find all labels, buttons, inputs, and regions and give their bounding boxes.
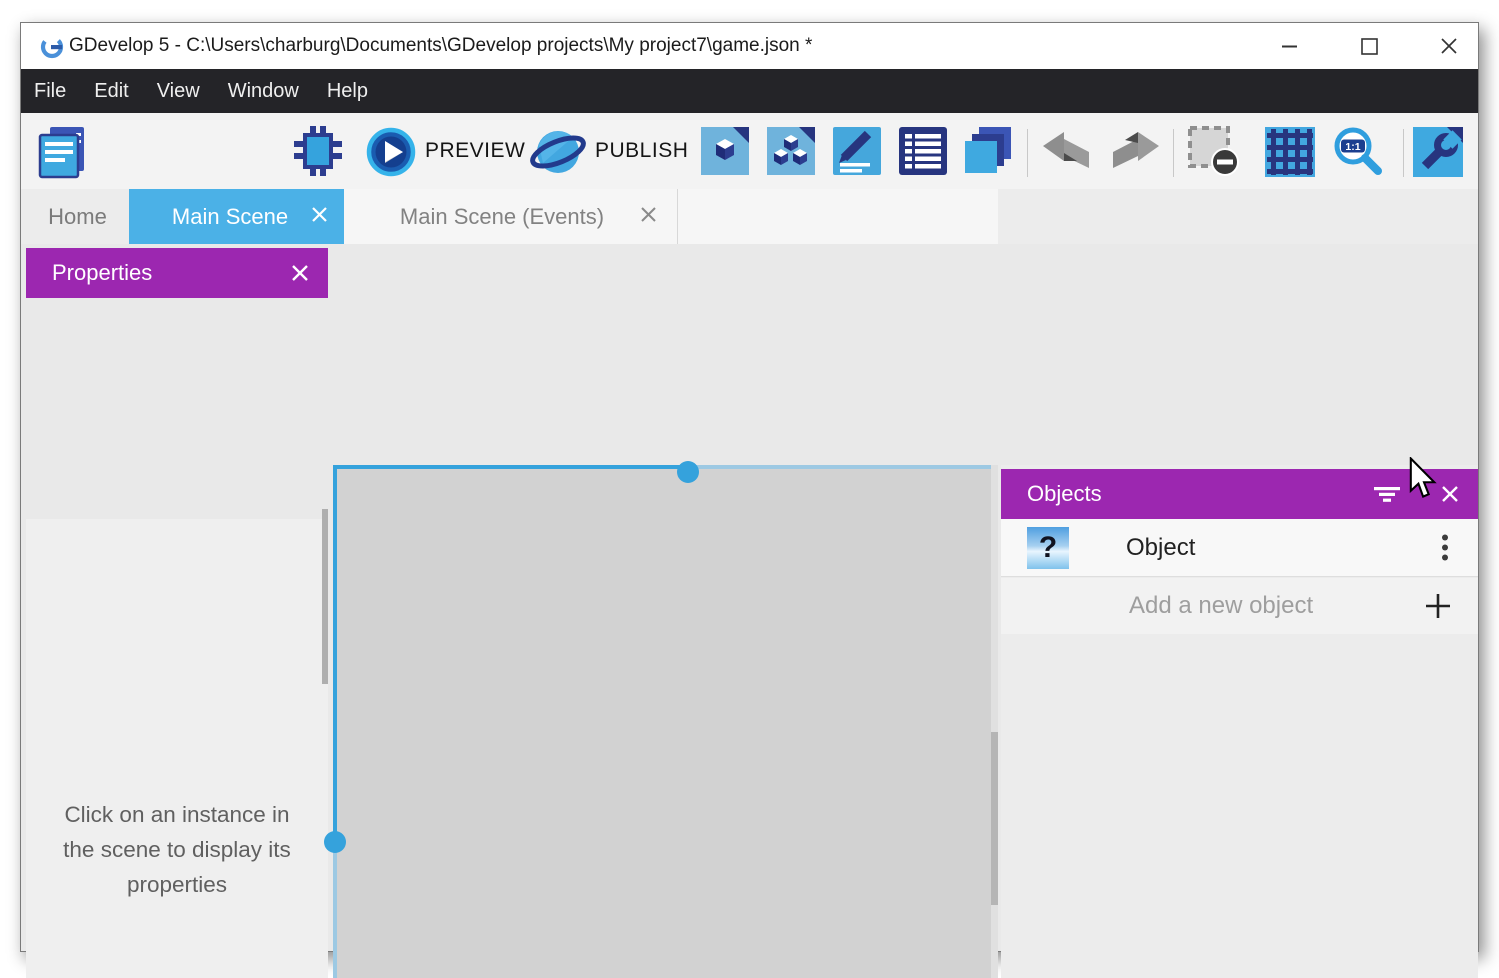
object-menu-kebab-icon[interactable] bbox=[1442, 534, 1448, 561]
add-object-label: Add a new object bbox=[1129, 592, 1424, 620]
publish-icon[interactable] bbox=[529, 125, 587, 184]
project-manager-icon[interactable] bbox=[36, 123, 88, 184]
publish-button[interactable]: PUBLISH bbox=[595, 113, 688, 189]
close-properties-icon[interactable] bbox=[290, 263, 310, 283]
window-title: GDevelop 5 - C:\Users\charburg\Documents… bbox=[69, 23, 812, 69]
filter-icon[interactable] bbox=[1374, 487, 1400, 502]
menu-window[interactable]: Window bbox=[228, 80, 299, 103]
selection-top-line-pale bbox=[688, 465, 998, 469]
edit-events-icon[interactable] bbox=[899, 127, 947, 180]
resize-handle-left[interactable] bbox=[324, 831, 346, 853]
menu-view[interactable]: View bbox=[157, 80, 200, 103]
properties-panel-title: Properties bbox=[52, 260, 290, 286]
add-object-row[interactable]: Add a new object bbox=[1001, 578, 1478, 634]
object-thumbnail-icon: ? bbox=[1027, 527, 1069, 569]
menu-bar: File Edit View Window Help bbox=[21, 69, 1478, 113]
objects-panel-title: Objects bbox=[1027, 481, 1374, 507]
canvas-scrollbar-track[interactable] bbox=[991, 465, 998, 978]
toggle-mask-icon[interactable] bbox=[1187, 125, 1241, 182]
editor-content: Properties Click on an instance in the s… bbox=[21, 244, 1478, 951]
edit-scene-icon[interactable] bbox=[701, 127, 749, 180]
selection-top-line bbox=[333, 465, 688, 469]
screenshot-page: GDevelop 5 - C:\Users\charburg\Documents… bbox=[0, 0, 1499, 978]
toggle-grid-icon[interactable] bbox=[1265, 127, 1315, 182]
mouse-cursor bbox=[1409, 457, 1439, 506]
toolbar: PREVIEW PUBLISH bbox=[21, 113, 1478, 189]
menu-help[interactable]: Help bbox=[327, 80, 368, 103]
maximize-button[interactable] bbox=[1346, 23, 1392, 69]
minimize-button[interactable] bbox=[1266, 23, 1312, 69]
undo-icon[interactable] bbox=[1041, 131, 1093, 176]
canvas-scrollbar-thumb[interactable] bbox=[991, 732, 998, 905]
object-name: Object bbox=[1126, 534, 1442, 562]
properties-scrollbar[interactable] bbox=[322, 509, 328, 684]
selection-left-line bbox=[333, 465, 337, 839]
menu-edit[interactable]: Edit bbox=[94, 80, 128, 103]
debug-icon[interactable] bbox=[293, 125, 343, 182]
edit-properties-icon[interactable] bbox=[833, 127, 881, 180]
tabbar-background bbox=[658, 189, 998, 244]
menu-file[interactable]: File bbox=[34, 80, 66, 103]
scene-canvas[interactable]: 829;223 bbox=[333, 465, 998, 978]
redo-icon[interactable] bbox=[1109, 131, 1161, 176]
edit-objects-icon[interactable] bbox=[767, 127, 815, 180]
close-window-button[interactable] bbox=[1426, 23, 1472, 69]
objects-panel-header: Objects bbox=[1001, 469, 1478, 519]
zoom-original-icon[interactable]: 1:1 bbox=[1331, 125, 1387, 182]
close-tab-icon[interactable] bbox=[640, 206, 657, 228]
close-tab-icon[interactable] bbox=[311, 206, 328, 228]
toolbar-separator bbox=[1027, 129, 1028, 177]
preview-icon[interactable] bbox=[366, 127, 416, 182]
properties-empty-message: Click on an instance in the scene to dis… bbox=[26, 797, 328, 902]
objects-panel: Objects ? Object bbox=[1001, 465, 1478, 978]
scene-tools-icon[interactable] bbox=[1413, 124, 1463, 183]
title-bar[interactable]: GDevelop 5 - C:\Users\charburg\Documents… bbox=[21, 23, 1478, 69]
preview-button[interactable]: PREVIEW bbox=[425, 113, 525, 189]
properties-panel-body: Click on an instance in the scene to dis… bbox=[26, 519, 328, 978]
toolbar-separator bbox=[1403, 129, 1404, 177]
layers-icon[interactable] bbox=[963, 127, 1013, 180]
tab-main-scene[interactable]: Main Scene bbox=[129, 189, 344, 244]
resize-handle-top[interactable] bbox=[677, 461, 699, 483]
tab-main-scene-events[interactable]: Main Scene (Events) bbox=[344, 189, 678, 244]
svg-text:1:1: 1:1 bbox=[1345, 141, 1360, 153]
tab-home[interactable]: Home bbox=[26, 189, 129, 244]
properties-panel-header: Properties bbox=[26, 248, 328, 298]
toolbar-separator bbox=[1173, 129, 1174, 177]
selection-left-line-pale bbox=[333, 839, 337, 978]
object-list-item[interactable]: ? Object bbox=[1001, 519, 1478, 577]
close-objects-icon[interactable] bbox=[1440, 484, 1460, 504]
gdevelop-logo-icon bbox=[39, 33, 65, 64]
app-window: GDevelop 5 - C:\Users\charburg\Documents… bbox=[20, 22, 1479, 952]
tab-bar: Home Main Scene Main Scene (Events) bbox=[21, 189, 1478, 244]
plus-icon[interactable] bbox=[1424, 592, 1452, 620]
